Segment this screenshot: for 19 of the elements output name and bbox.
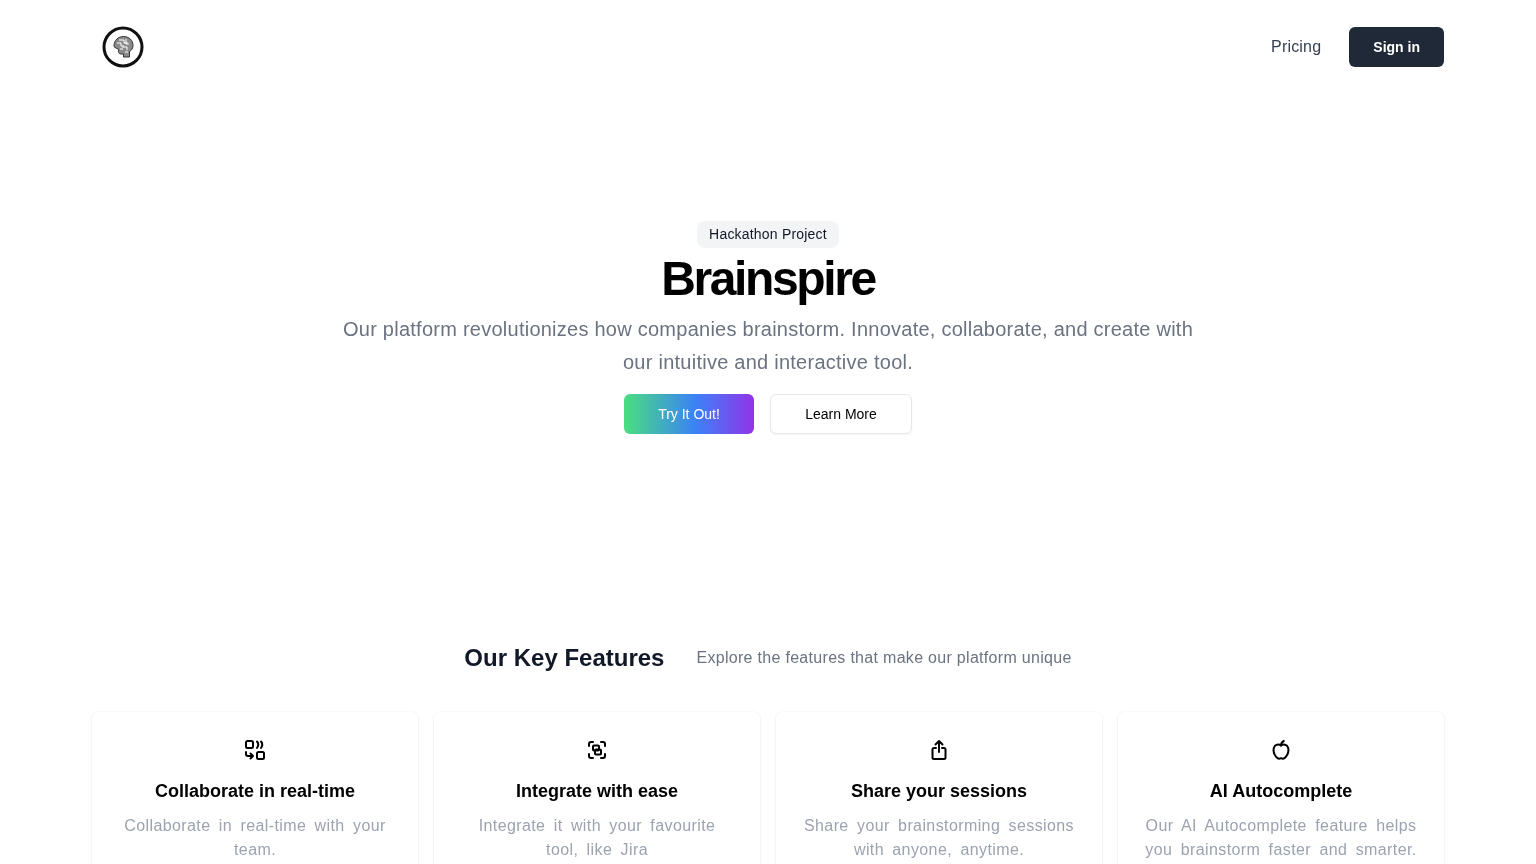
features-subtitle: Explore the features that make our platform unique xyxy=(696,649,1072,667)
project-badge: Hackathon Project xyxy=(697,221,839,248)
feature-title: Collaborate in real-time xyxy=(154,780,356,803)
pricing-link[interactable]: Pricing xyxy=(1271,37,1322,56)
feature-description: Our AI Autocomplete feature helps you brainstorm faster and smarter. xyxy=(1144,816,1418,860)
sign-in-button[interactable]: Sign in xyxy=(1349,26,1444,67)
feature-title: AI Autocomplete xyxy=(1209,780,1353,803)
hero-subtitle: Our platform revolutionizes how companies brainstorm. Innovate, collaborate, and create with our intuitive and interactive tool. xyxy=(341,317,1195,375)
scan-squares-icon xyxy=(585,738,609,762)
learn-more-button[interactable]: Learn More xyxy=(770,394,912,434)
feature-description: Share your brainstorming sessions with anyone, anytime. xyxy=(802,816,1075,860)
hero-title: Brainspire xyxy=(661,253,875,305)
feature-description: Integrate it with your favourite tool, like Jira xyxy=(477,816,717,860)
squares-swap-icon xyxy=(243,738,267,762)
feature-description: Collaborate in real-time with your team. xyxy=(123,816,387,860)
brain-logo[interactable] xyxy=(102,25,144,68)
feature-title: Integrate with ease xyxy=(515,780,679,803)
features-title: Our Key Features xyxy=(464,643,665,673)
feature-title: Share your sessions xyxy=(850,780,1028,803)
